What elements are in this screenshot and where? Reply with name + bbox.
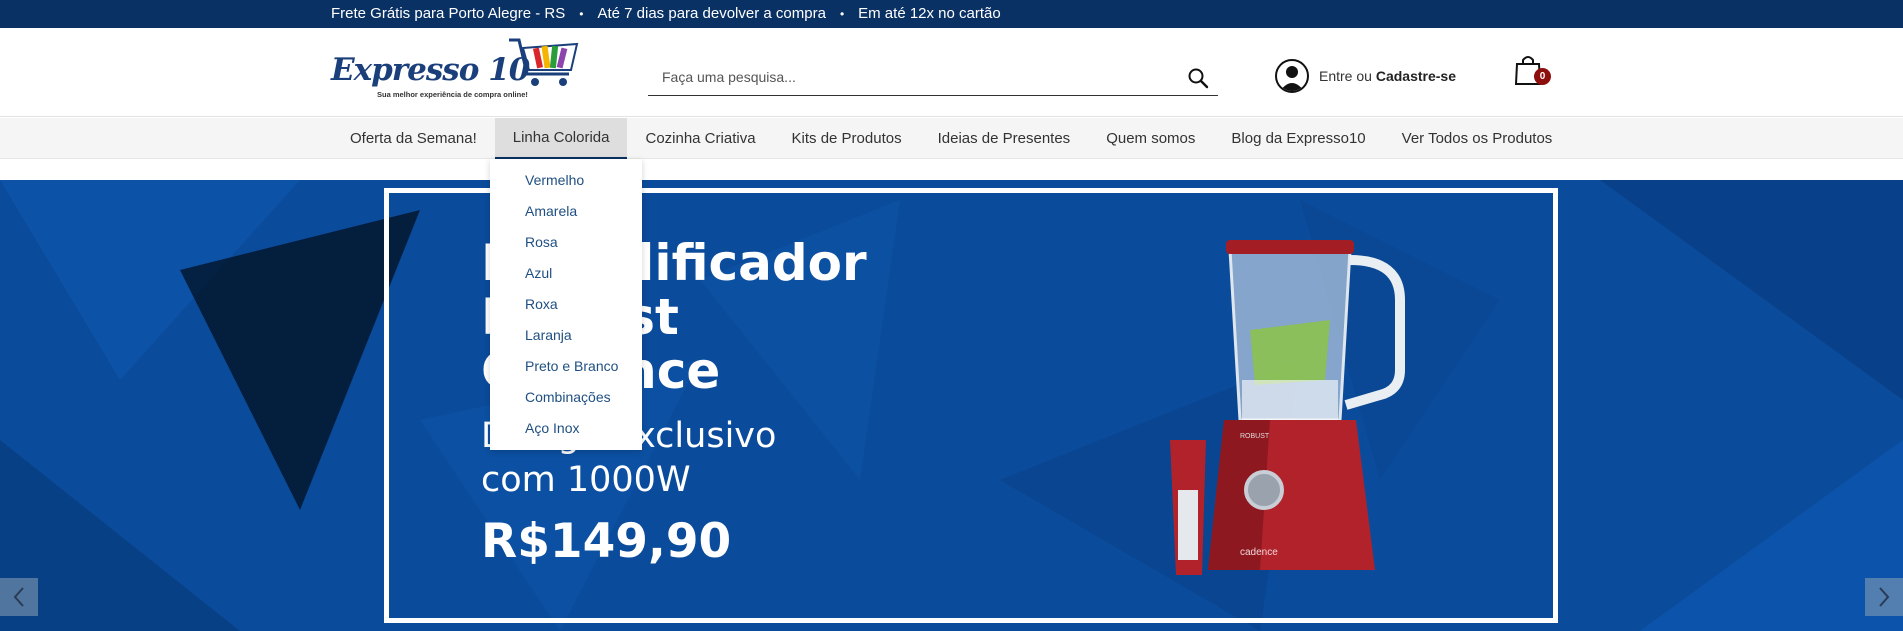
linha-colorida-dropdown: Vermelho Amarela Rosa Azul Roxa Laranja … (490, 159, 642, 450)
nav-item-blog[interactable]: Blog da Expresso10 (1213, 118, 1383, 159)
nav-item-ideias-de-presentes[interactable]: Ideias de Presentes (920, 118, 1089, 159)
cart-button[interactable]: 0 (1513, 54, 1553, 94)
nav-item-cozinha-criativa[interactable]: Cozinha Criativa (627, 118, 773, 159)
topbar-message-shipping: Frete Grátis para Porto Alegre - RS (331, 5, 566, 22)
topbar-message-returns: Até 7 dias para devolver a compra (597, 5, 826, 22)
topbar-separator: • (579, 6, 584, 21)
blender-model-label: ROBUST (1240, 433, 1270, 440)
dropdown-item-amarela[interactable]: Amarela (490, 200, 642, 231)
blender-product-image: cadence ROBUST (1170, 240, 1405, 575)
blender-brand-label: cadence (1240, 547, 1278, 558)
nav-item-oferta-da-semana[interactable]: Oferta da Semana! (332, 118, 495, 159)
cart-count-badge: 0 (1534, 68, 1551, 85)
nav-item-kits-de-produtos[interactable]: Kits de Produtos (774, 118, 920, 159)
user-icon[interactable] (1275, 59, 1309, 93)
nav-item-linha-colorida[interactable]: Linha Colorida (494, 118, 628, 159)
dropdown-item-laranja[interactable]: Laranja (490, 324, 642, 355)
search-icon[interactable] (1186, 66, 1210, 90)
topbar-message-installments: Em até 12x no cartão (858, 5, 1001, 22)
carousel-next-button[interactable] (1865, 578, 1903, 616)
dropdown-item-combinacoes[interactable]: Combinações (490, 386, 642, 417)
logo-text: Expresso 10 (331, 52, 530, 88)
logo-cart-icon (509, 38, 579, 86)
dropdown-item-preto-e-branco[interactable]: Preto e Branco (490, 355, 642, 386)
nav-item-ver-todos[interactable]: Ver Todos os Produtos (1384, 118, 1571, 159)
nav-item-quem-somos[interactable]: Quem somos (1088, 118, 1213, 159)
top-info-bar: Frete Grátis para Porto Alegre - RS • At… (0, 0, 1903, 28)
account-text: Entre ou Cadastre-se (1319, 68, 1456, 84)
carousel-prev-button[interactable] (0, 578, 38, 616)
main-navigation: Oferta da Semana! Linha Colorida Cozinha… (0, 118, 1903, 159)
dropdown-item-aco-inox[interactable]: Aço Inox (490, 417, 642, 448)
register-link[interactable]: Cadastre-se (1376, 68, 1456, 84)
banner-price: R$149,90 (481, 514, 732, 569)
search-bar (648, 60, 1218, 96)
chevron-right-icon (1879, 587, 1890, 607)
chevron-left-icon (13, 587, 24, 607)
dropdown-item-azul[interactable]: Azul (490, 262, 642, 293)
topbar-separator: • (839, 6, 845, 21)
hero-banner[interactable]: Liquidificador Robust Cadence Design Exc… (0, 180, 1903, 631)
site-header: Expresso 10 Sua melhor experiência de co… (0, 28, 1903, 117)
dropdown-item-roxa[interactable]: Roxa (490, 293, 642, 324)
account-area[interactable]: Entre ou Cadastre-se (1275, 58, 1456, 94)
login-link[interactable]: Entre ou (1319, 68, 1372, 84)
dropdown-item-rosa[interactable]: Rosa (490, 231, 642, 262)
site-logo[interactable]: Expresso 10 Sua melhor experiência de co… (331, 34, 581, 100)
dropdown-item-vermelho[interactable]: Vermelho (490, 169, 642, 200)
search-input[interactable] (648, 60, 1168, 94)
